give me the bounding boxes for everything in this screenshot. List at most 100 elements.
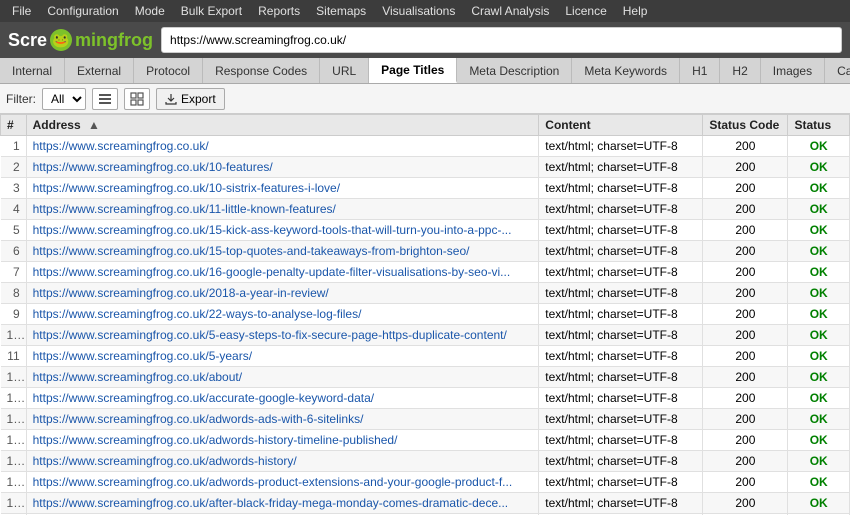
header-address[interactable]: Address ▲ [26,115,539,136]
table-row[interactable]: 13 https://www.screamingfrog.co.uk/accur… [1,388,850,409]
menu-sitemaps[interactable]: Sitemaps [308,2,374,20]
cell-content: text/html; charset=UTF-8 [539,388,703,409]
table-row[interactable]: 6 https://www.screamingfrog.co.uk/15-top… [1,241,850,262]
cell-content: text/html; charset=UTF-8 [539,220,703,241]
tab-canonicals[interactable]: Canonicals [825,58,850,83]
cell-address[interactable]: https://www.screamingfrog.co.uk/adwords-… [26,451,539,472]
detail-view-button[interactable] [124,88,150,110]
table-row[interactable]: 16 https://www.screamingfrog.co.uk/adwor… [1,451,850,472]
tab-page-titles[interactable]: Page Titles [369,58,457,83]
tab-images[interactable]: Images [761,58,825,83]
cell-status-code: 200 [703,178,788,199]
list-icon [98,92,112,106]
cell-content: text/html; charset=UTF-8 [539,451,703,472]
tab-h1[interactable]: H1 [680,58,720,83]
filter-bar: Filter: All Export [0,84,850,114]
table-row[interactable]: 1 https://www.screamingfrog.co.uk/ text/… [1,136,850,157]
tab-response-codes[interactable]: Response Codes [203,58,320,83]
cell-status-code: 200 [703,220,788,241]
cell-status: OK [788,199,850,220]
menu-bulk-export[interactable]: Bulk Export [173,2,250,20]
url-input[interactable] [161,27,842,53]
cell-address[interactable]: https://www.screamingfrog.co.uk/adwords-… [26,430,539,451]
menu-crawl-analysis[interactable]: Crawl Analysis [463,2,557,20]
table-row[interactable]: 18 https://www.screamingfrog.co.uk/after… [1,493,850,514]
menu-licence[interactable]: Licence [557,2,614,20]
menu-configuration[interactable]: Configuration [39,2,126,20]
cell-address[interactable]: https://www.screamingfrog.co.uk/5-years/ [26,346,539,367]
table-row[interactable]: 5 https://www.screamingfrog.co.uk/15-kic… [1,220,850,241]
cell-address[interactable]: https://www.screamingfrog.co.uk/accurate… [26,388,539,409]
cell-num: 13 [1,388,27,409]
cell-status: OK [788,220,850,241]
cell-address[interactable]: https://www.screamingfrog.co.uk/11-littl… [26,199,539,220]
tab-h2[interactable]: H2 [720,58,760,83]
cell-status: OK [788,262,850,283]
cell-num: 15 [1,430,27,451]
list-view-button[interactable] [92,88,118,110]
cell-content: text/html; charset=UTF-8 [539,367,703,388]
cell-num: 4 [1,199,27,220]
table-row[interactable]: 17 https://www.screamingfrog.co.uk/adwor… [1,472,850,493]
tab-meta-description[interactable]: Meta Description [457,58,572,83]
cell-status-code: 200 [703,493,788,514]
table-row[interactable]: 12 https://www.screamingfrog.co.uk/about… [1,367,850,388]
menu-visualisations[interactable]: Visualisations [374,2,463,20]
header-num: # [1,115,27,136]
data-table-container: # Address ▲ Content Status Code Status 1… [0,114,850,515]
header-status[interactable]: Status [788,115,850,136]
menu-bar: File Configuration Mode Bulk Export Repo… [0,0,850,22]
cell-num: 10 [1,325,27,346]
table-row[interactable]: 15 https://www.screamingfrog.co.uk/adwor… [1,430,850,451]
filter-select[interactable]: All [42,88,86,110]
cell-num: 3 [1,178,27,199]
table-row[interactable]: 11 https://www.screamingfrog.co.uk/5-yea… [1,346,850,367]
tab-url[interactable]: URL [320,58,369,83]
cell-address[interactable]: https://www.screamingfrog.co.uk/adwords-… [26,472,539,493]
menu-reports[interactable]: Reports [250,2,308,20]
tab-internal[interactable]: Internal [0,58,65,83]
menu-help[interactable]: Help [615,2,656,20]
tab-external[interactable]: External [65,58,134,83]
cell-address[interactable]: https://www.screamingfrog.co.uk/10-sistr… [26,178,539,199]
cell-address[interactable]: https://www.screamingfrog.co.uk/5-easy-s… [26,325,539,346]
cell-address[interactable]: https://www.screamingfrog.co.uk/ [26,136,539,157]
table-row[interactable]: 14 https://www.screamingfrog.co.uk/adwor… [1,409,850,430]
logo: Scre🐸mingfrog [8,29,153,51]
tab-meta-keywords[interactable]: Meta Keywords [572,58,680,83]
detail-icon [130,92,144,106]
cell-address[interactable]: https://www.screamingfrog.co.uk/22-ways-… [26,304,539,325]
export-button[interactable]: Export [156,88,225,110]
cell-status: OK [788,367,850,388]
cell-content: text/html; charset=UTF-8 [539,199,703,220]
cell-content: text/html; charset=UTF-8 [539,178,703,199]
header-content[interactable]: Content [539,115,703,136]
cell-status: OK [788,325,850,346]
table-row[interactable]: 9 https://www.screamingfrog.co.uk/22-way… [1,304,850,325]
table-row[interactable]: 8 https://www.screamingfrog.co.uk/2018-a… [1,283,850,304]
table-row[interactable]: 10 https://www.screamingfrog.co.uk/5-eas… [1,325,850,346]
table-row[interactable]: 7 https://www.screamingfrog.co.uk/16-goo… [1,262,850,283]
cell-address[interactable]: https://www.screamingfrog.co.uk/15-top-q… [26,241,539,262]
menu-mode[interactable]: Mode [127,2,173,20]
cell-status-code: 200 [703,367,788,388]
cell-content: text/html; charset=UTF-8 [539,346,703,367]
tab-protocol[interactable]: Protocol [134,58,203,83]
cell-address[interactable]: https://www.screamingfrog.co.uk/after-bl… [26,493,539,514]
table-row[interactable]: 2 https://www.screamingfrog.co.uk/10-fea… [1,157,850,178]
cell-status-code: 200 [703,304,788,325]
cell-address[interactable]: https://www.screamingfrog.co.uk/10-featu… [26,157,539,178]
cell-address[interactable]: https://www.screamingfrog.co.uk/2018-a-y… [26,283,539,304]
table-row[interactable]: 4 https://www.screamingfrog.co.uk/11-lit… [1,199,850,220]
cell-num: 2 [1,157,27,178]
cell-num: 16 [1,451,27,472]
cell-address[interactable]: https://www.screamingfrog.co.uk/16-googl… [26,262,539,283]
cell-address[interactable]: https://www.screamingfrog.co.uk/about/ [26,367,539,388]
header-status-code[interactable]: Status Code [703,115,788,136]
cell-status-code: 200 [703,409,788,430]
cell-address[interactable]: https://www.screamingfrog.co.uk/adwords-… [26,409,539,430]
menu-file[interactable]: File [4,2,39,20]
cell-address[interactable]: https://www.screamingfrog.co.uk/15-kick-… [26,220,539,241]
table-row[interactable]: 3 https://www.screamingfrog.co.uk/10-sis… [1,178,850,199]
cell-num: 14 [1,409,27,430]
